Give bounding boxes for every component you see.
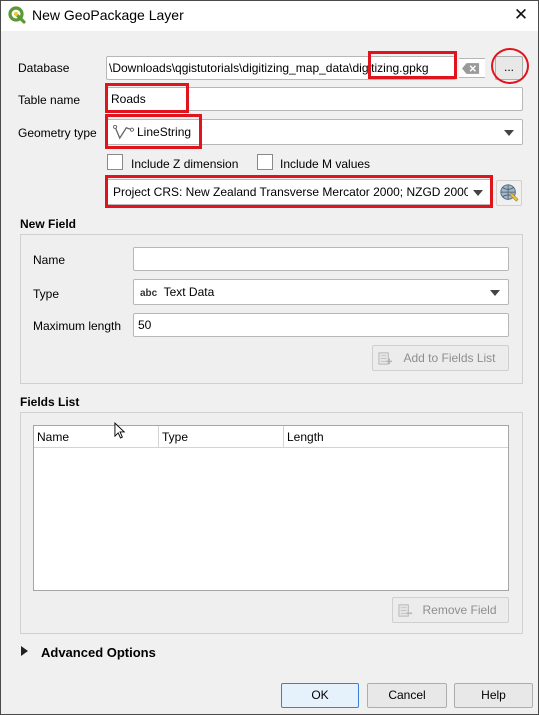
select-crs-button[interactable] — [496, 180, 522, 206]
qgis-icon — [8, 6, 26, 24]
new-geopackage-layer-dialog: New GeoPackage Layer ✕ Database \Downloa… — [0, 0, 539, 715]
add-to-fields-list-button[interactable]: Add to Fields List — [372, 345, 509, 371]
geometry-type-label: Geometry type — [18, 126, 97, 140]
new-field-title: New Field — [20, 217, 77, 231]
include-z-checkbox[interactable] — [107, 154, 123, 170]
column-header-name[interactable]: Name — [34, 426, 159, 448]
column-header-type[interactable]: Type — [159, 426, 284, 448]
close-icon[interactable]: ✕ — [504, 1, 538, 31]
include-z-label: Include Z dimension — [131, 157, 239, 171]
advanced-options-toggle[interactable]: Advanced Options — [41, 645, 156, 660]
max-length-label: Maximum length — [33, 319, 122, 333]
table-name-input[interactable]: Roads — [106, 87, 523, 111]
clear-path-area — [459, 58, 485, 78]
mouse-cursor-icon — [114, 422, 126, 439]
window-title: New GeoPackage Layer — [32, 7, 184, 23]
browse-button[interactable]: ... — [495, 56, 523, 80]
field-type-label: Type — [33, 287, 60, 301]
include-m-checkbox[interactable] — [257, 154, 273, 170]
add-field-icon — [378, 352, 393, 365]
field-name-label: Name — [33, 253, 66, 267]
linestring-icon — [113, 125, 134, 140]
geometry-type-combobox[interactable]: LineString — [106, 119, 523, 145]
field-type-combobox[interactable]: abc Text Data — [133, 279, 509, 305]
chevron-down-icon — [473, 190, 483, 196]
help-button[interactable]: Help — [454, 683, 533, 708]
crs-globe-icon — [500, 184, 519, 202]
max-length-input[interactable]: 50 — [133, 313, 509, 337]
chevron-down-icon — [504, 130, 514, 136]
field-name-input[interactable] — [133, 247, 509, 271]
expand-arrow-icon[interactable] — [21, 646, 28, 656]
database-path-field[interactable]: \Downloads\qgistutorials\digitizing_map_… — [106, 56, 456, 80]
crs-combobox[interactable]: Project CRS: New Zealand Transverse Merc… — [106, 179, 492, 205]
include-m-label: Include M values — [280, 157, 371, 171]
column-header-length[interactable]: Length — [284, 426, 508, 448]
remove-field-button[interactable]: Remove Field — [392, 597, 509, 623]
ok-button[interactable]: OK — [281, 683, 359, 708]
chevron-down-icon — [490, 290, 500, 296]
title-bar: New GeoPackage Layer ✕ — [1, 1, 538, 31]
clear-icon[interactable] — [462, 62, 480, 75]
fields-list-title: Fields List — [20, 395, 80, 409]
remove-field-icon — [398, 604, 413, 617]
text-type-icon: abc — [140, 288, 158, 299]
fields-table[interactable]: Name Type Length — [33, 425, 509, 591]
cancel-button[interactable]: Cancel — [367, 683, 447, 708]
table-name-label: Table name — [18, 93, 81, 107]
database-label: Database — [18, 61, 70, 75]
